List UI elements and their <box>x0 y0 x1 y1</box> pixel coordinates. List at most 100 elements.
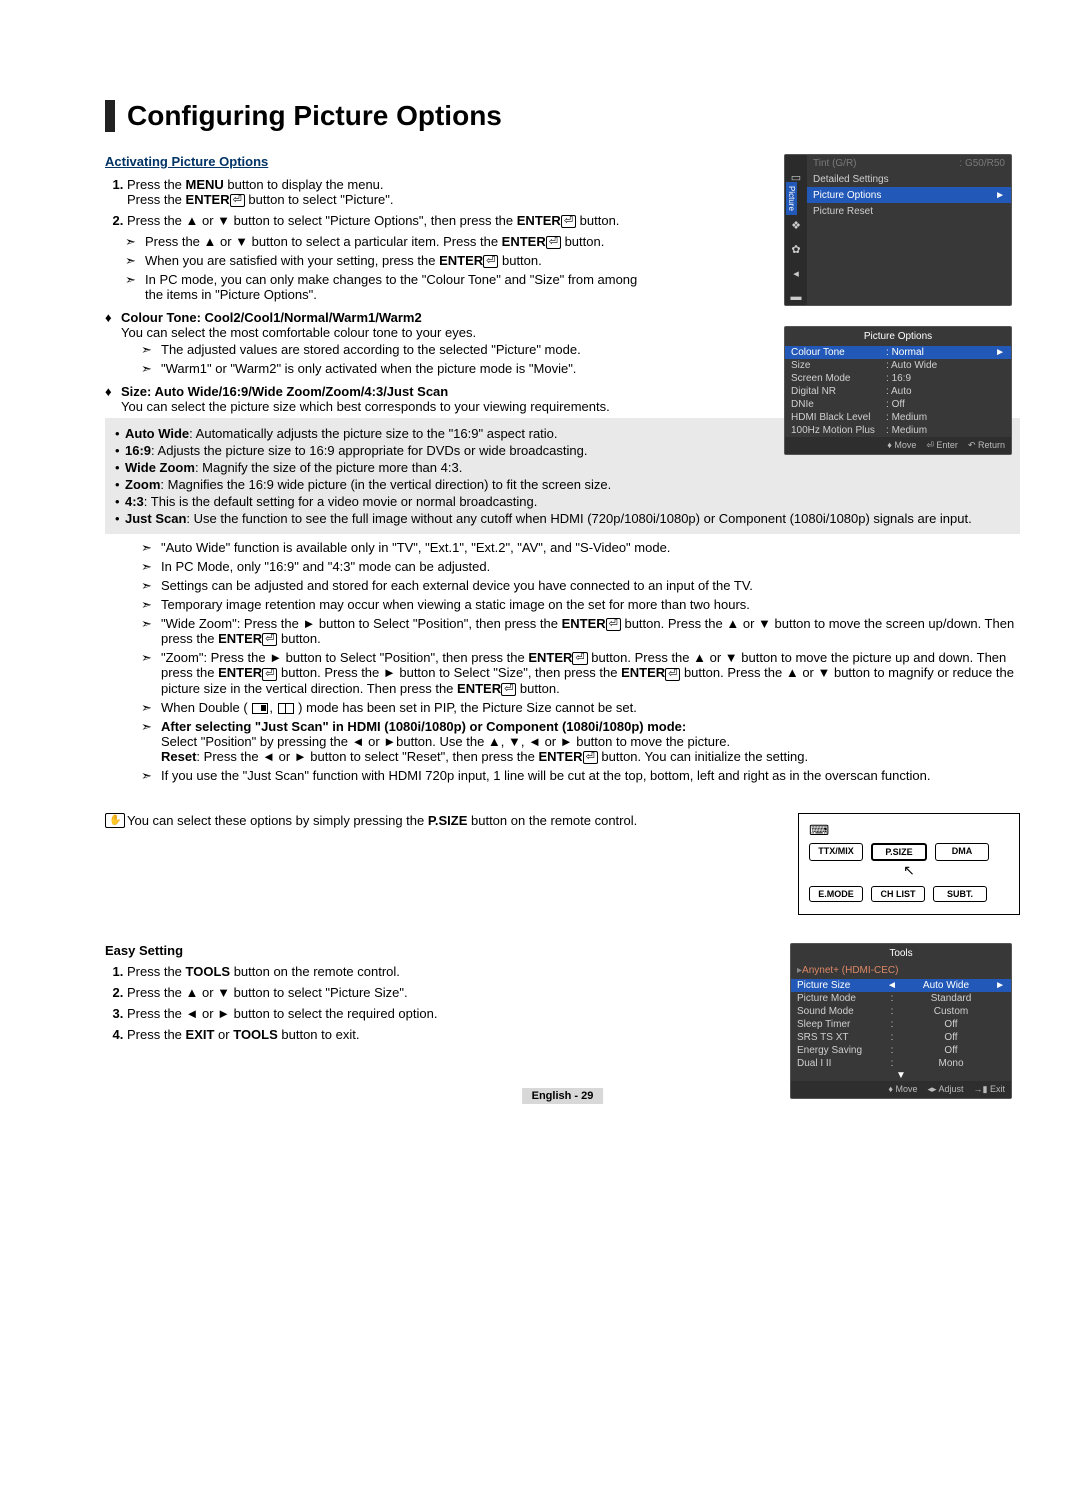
enter-icon <box>262 631 277 646</box>
size-auto-wide: Auto Wide: Automatically adjusts the pic… <box>115 426 1010 441</box>
osd2-row: DNIeOff <box>785 398 1011 411</box>
size-desc: You can select the picture size which be… <box>121 399 610 414</box>
enter-icon <box>583 749 598 764</box>
osd-category-icons: ▭ ◐ ❖ ✿ ◂ ▬ <box>785 155 807 305</box>
osd-tools-panel: Tools ▸ Anynet+ (HDMI-CEC) Picture Size◄… <box>790 943 1012 1099</box>
size-zoom: Zoom: Magnifies the 16:9 wide picture (i… <box>115 477 1010 492</box>
size-note-4: Temporary image retention may occur when… <box>141 597 1020 612</box>
remote-diagram: ⌨ TTX/MIX P.SIZE DMA ↖ E.MODE CH LIST SU… <box>798 813 1020 915</box>
page-title: Configuring Picture Options <box>127 100 1020 132</box>
activating-steps: Press the MENU button to display the men… <box>127 177 647 228</box>
colour-tone-desc: You can select the most comfortable colo… <box>121 325 476 340</box>
size-note-5: "Wide Zoom": Press the ► button to Selec… <box>141 616 1020 646</box>
size-note-1: "Auto Wide" function is available only i… <box>141 540 1020 555</box>
note-select-item: Press the ▲ or ▼ button to select a part… <box>125 234 645 249</box>
tools-row: Energy Saving:Off <box>791 1044 1011 1057</box>
enter-icon <box>483 253 498 268</box>
size-just-scan: Just Scan: Use the function to see the f… <box>115 511 1010 526</box>
tools-exit-hint: →▮ Exit <box>974 1084 1005 1095</box>
osd-picture-tab-label: Picture <box>786 182 797 215</box>
osd-picture-menu: ▭ ◐ ❖ ✿ ◂ ▬ Tint (G/R) : G50/R50 Detailed… <box>784 154 1012 306</box>
osd2-row: SizeAuto Wide <box>785 359 1011 372</box>
easy-1: Press the TOOLS button on the remote con… <box>127 964 625 979</box>
tools-row: Picture Size◄Auto Wide► <box>791 979 1011 992</box>
easy-setting-row: Easy Setting Press the TOOLS button on t… <box>105 943 1020 1042</box>
tools-footer: ♦ Move ◂▸ Adjust →▮ Exit <box>791 1081 1011 1098</box>
enter-icon <box>572 650 587 665</box>
enter-icon <box>606 616 621 631</box>
note-pc-mode: In PC mode, you can only make changes to… <box>125 272 645 302</box>
enter-icon <box>561 213 576 228</box>
easy-3: Press the ◄ or ► button to select the re… <box>127 1006 625 1021</box>
step-1: Press the MENU button to display the men… <box>127 177 647 207</box>
colour-tone-title: Colour Tone: Cool2/Cool1/Normal/Warm1/Wa… <box>121 310 422 325</box>
btn-psize: P.SIZE <box>871 843 927 861</box>
size-note-9: If you use the "Just Scan" function with… <box>141 768 1020 783</box>
osd2-row: Colour ToneNormal► <box>785 346 1011 359</box>
colour-note-1: The adjusted values are stored according… <box>141 342 651 357</box>
size-note-3: Settings can be adjusted and stored for … <box>141 578 1020 593</box>
colour-tone-notes: The adjusted values are stored according… <box>141 342 651 376</box>
activating-notes: Press the ▲ or ▼ button to select a part… <box>125 234 645 302</box>
teletext-icon: ⌨ <box>809 822 1009 839</box>
chevron-right-icon: ► <box>995 190 1005 201</box>
remote-psize-label: P.SIZE <box>428 813 468 828</box>
pip-double-icon-1 <box>252 703 268 714</box>
app-tab-icon: ▬ <box>789 291 803 305</box>
enter-icon <box>230 192 245 207</box>
size-bullet-box: Auto Wide: Automatically adjusts the pic… <box>105 418 1020 534</box>
size-title: Size: Auto Wide/16:9/Wide Zoom/Zoom/4:3/… <box>121 384 448 399</box>
step-2: Press the ▲ or ▼ button to select "Pictu… <box>127 213 647 228</box>
tools-row: Sound Mode:Custom <box>791 1005 1011 1018</box>
enter-icon <box>501 681 516 696</box>
tools-row: Dual I II:Mono <box>791 1057 1011 1070</box>
osd-tint-label: Tint (G/R) <box>813 158 908 169</box>
size-note-7: When Double ( , ) mode has been set in P… <box>141 700 1020 715</box>
easy-steps: Press the TOOLS button on the remote con… <box>127 964 625 1042</box>
size-note-8: After selecting "Just Scan" in HDMI (108… <box>141 719 1020 764</box>
osd-detailed-settings: Detailed Settings <box>807 171 1011 187</box>
osd-tint-value: : G50/R50 <box>959 158 1005 169</box>
osd-picture-options-selected: Picture Options► <box>807 187 1011 203</box>
osd2-row: HDMI Black LevelMedium <box>785 411 1011 424</box>
easy-heading: Easy Setting <box>105 943 625 958</box>
enter-icon <box>546 234 561 249</box>
osd2-row: Digital NRAuto <box>785 385 1011 398</box>
btn-subt: SUBT. <box>933 886 987 902</box>
remote-note-text-a: You can select these options by simply p… <box>127 813 428 828</box>
size-item: Size: Auto Wide/16:9/Wide Zoom/Zoom/4:3/… <box>105 384 641 414</box>
btn-chlist: CH LIST <box>871 886 925 902</box>
enter-icon <box>665 665 680 680</box>
colour-tone-item: Colour Tone: Cool2/Cool1/Normal/Warm1/Wa… <box>105 310 641 340</box>
title-bar: Configuring Picture Options <box>105 100 1020 132</box>
size-note-6: "Zoom": Press the ► button to Select "Po… <box>141 650 1020 695</box>
tools-row: SRS TS XT:Off <box>791 1031 1011 1044</box>
pointer-arrow-icon: ↖ <box>903 862 915 878</box>
easy-4: Press the EXIT or TOOLS button to exit. <box>127 1027 625 1042</box>
input-tab-icon: ◂ <box>789 267 803 281</box>
size-16-9: 16:9: Adjusts the picture size to 16:9 a… <box>115 443 1010 458</box>
pip-double-icon-2 <box>278 703 294 714</box>
note-satisfied: When you are satisfied with your setting… <box>125 253 645 268</box>
page-number: English - 29 <box>522 1088 604 1104</box>
remote-note-text-b: button on the remote control. <box>467 813 637 828</box>
channel-tab-icon: ❖ <box>789 219 803 233</box>
osd2-title: Picture Options <box>785 327 1011 346</box>
remote-note-row: ✋ You can select these options by simply… <box>105 813 1020 915</box>
tools-anynet: ▸ Anynet+ (HDMI-CEC) <box>791 963 1011 979</box>
osd2-row: Screen Mode16:9 <box>785 372 1011 385</box>
size-wide-zoom: Wide Zoom: Magnify the size of the pictu… <box>115 460 1010 475</box>
tools-move-hint: ♦ Move <box>888 1084 917 1095</box>
tools-adjust-hint: ◂▸ Adjust <box>927 1084 963 1095</box>
btn-ttx-mix: TTX/MIX <box>809 843 863 861</box>
btn-emode: E.MODE <box>809 886 863 902</box>
enter-icon <box>262 665 277 680</box>
easy-2: Press the ▲ or ▼ button to select "Pictu… <box>127 985 625 1000</box>
btn-dma: DMA <box>935 843 989 861</box>
setup-tab-icon: ✿ <box>789 243 803 257</box>
size-4-3: 4:3: This is the default setting for a v… <box>115 494 1010 509</box>
remote-hand-icon: ✋ <box>105 813 125 828</box>
colour-note-2: "Warm1" or "Warm2" is only activated whe… <box>141 361 651 376</box>
osd-picture-reset: Picture Reset <box>807 203 1011 219</box>
tools-row: Sleep Timer:Off <box>791 1018 1011 1031</box>
